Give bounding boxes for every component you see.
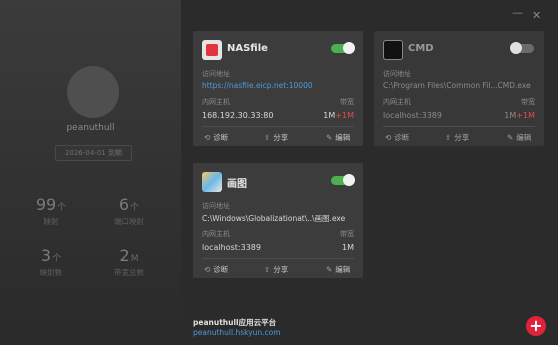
- mapping-card-cmd: CMD 访问地址 C:\Program Files\Common Fil...C…: [374, 31, 544, 146]
- host-value: 168.192.30.33:80: [202, 111, 274, 120]
- share-label: 分享: [273, 133, 289, 142]
- bandwidth-base: 1M: [323, 111, 336, 120]
- card-title: NASfile: [227, 43, 268, 54]
- diagnose-icon: ⟲: [204, 133, 211, 142]
- edit-icon: ✎: [507, 133, 514, 142]
- diagnose-label: 诊断: [213, 265, 229, 274]
- stat-label: 带宽总数: [114, 268, 144, 277]
- host-label: 内网主机: [202, 230, 230, 238]
- access-label: 访问地址: [202, 202, 230, 210]
- bandwidth-value: 1M: [342, 243, 354, 252]
- bandwidth-value: 1M+1M: [504, 111, 535, 120]
- diagnose-icon: ⟲: [385, 133, 392, 142]
- app-window: peanuthull 2026-04-01 到期 99个 映射 6个 端口映射 …: [0, 0, 558, 345]
- bandwidth-label: 带宽: [340, 230, 354, 238]
- access-label: 访问地址: [383, 70, 411, 78]
- edit-icon: ✎: [326, 265, 333, 274]
- stat-unit: 个: [52, 254, 62, 264]
- share-icon: ⇧: [264, 133, 271, 142]
- share-icon: ⇧: [445, 133, 452, 142]
- stat-label: 映射: [43, 217, 59, 226]
- edit-label: 编辑: [335, 133, 351, 142]
- diagnose-button[interactable]: ⟲ 诊断: [204, 132, 228, 143]
- access-link[interactable]: https://nasfile.eicp.net:10000: [202, 81, 358, 90]
- diagnose-button[interactable]: ⟲ 诊断: [204, 264, 228, 275]
- host-value: localhost:3389: [383, 111, 442, 120]
- edit-button[interactable]: ✎ 编辑: [507, 132, 531, 143]
- stat-value: 6: [118, 195, 130, 214]
- sidebar: peanuthull 2026-04-01 到期 99个 映射 6个 端口映射 …: [0, 0, 181, 345]
- mapping-card-paint: 画图 访问地址 C:\Windows\Globalizationat\..\画图…: [193, 163, 363, 278]
- access-path: C:\Program Files\Common Fil...CMD.exe: [383, 81, 531, 90]
- main-panel: — ✕ NASfile 访问地址 https://nasfile.eicp.ne…: [181, 0, 558, 345]
- host-label: 内网主机: [202, 98, 230, 106]
- avatar[interactable]: [67, 66, 119, 118]
- edit-button[interactable]: ✎ 编辑: [326, 132, 350, 143]
- stat-label: 端口映射: [114, 217, 144, 226]
- bandwidth-value: 1M+1M: [323, 111, 354, 120]
- divider: [202, 126, 354, 127]
- cmd-icon: [383, 40, 403, 60]
- paint-icon: [202, 172, 222, 192]
- diagnose-label: 诊断: [213, 133, 229, 142]
- share-button[interactable]: ⇧ 分享: [445, 132, 469, 143]
- platform-link[interactable]: peanuthull.hskyun.com: [193, 328, 281, 337]
- host-value: localhost:3389: [202, 243, 261, 252]
- nasfile-icon: [202, 40, 222, 60]
- share-label: 分享: [273, 265, 289, 274]
- bandwidth-extra: +1M: [335, 111, 354, 120]
- bandwidth-extra: +1M: [516, 111, 535, 120]
- username: peanuthull: [66, 123, 115, 133]
- share-label: 分享: [454, 133, 470, 142]
- edit-label: 编辑: [516, 133, 532, 142]
- share-icon: ⇧: [264, 265, 271, 274]
- enable-toggle[interactable]: [331, 42, 355, 54]
- divider: [383, 126, 535, 127]
- stat-ports: 6个 端口映射: [94, 195, 164, 227]
- stat-count: 3个 映射数: [16, 246, 86, 278]
- share-button[interactable]: ⇧ 分享: [264, 264, 288, 275]
- bandwidth-label: 带宽: [521, 98, 535, 106]
- card-title: CMD: [408, 43, 434, 54]
- stat-unit: 个: [57, 203, 67, 213]
- diagnose-icon: ⟲: [204, 265, 211, 274]
- expire-badge: 2026-04-01 到期: [55, 145, 132, 161]
- share-button[interactable]: ⇧ 分享: [264, 132, 288, 143]
- stat-value: 3: [40, 246, 52, 265]
- stat-unit: 个: [130, 203, 140, 213]
- stat-mappings: 99个 映射: [16, 195, 86, 227]
- enable-toggle[interactable]: [510, 42, 534, 54]
- edit-label: 编辑: [335, 265, 351, 274]
- enable-toggle[interactable]: [331, 174, 355, 186]
- edit-button[interactable]: ✎ 编辑: [326, 264, 350, 275]
- mapping-card-nasfile: NASfile 访问地址 https://nasfile.eicp.net:10…: [193, 31, 363, 146]
- diagnose-label: 诊断: [394, 133, 410, 142]
- card-title: 画图: [227, 179, 247, 190]
- platform-name: peanuthull应用云平台: [193, 318, 277, 327]
- minimize-icon[interactable]: —: [512, 6, 523, 19]
- stat-value: 99: [35, 195, 57, 214]
- divider: [202, 258, 354, 259]
- edit-icon: ✎: [326, 133, 333, 142]
- bandwidth-base: 1M: [342, 243, 354, 252]
- stat-unit: M: [130, 254, 139, 264]
- bandwidth-label: 带宽: [340, 98, 354, 106]
- bandwidth-base: 1M: [504, 111, 517, 120]
- access-path: C:\Windows\Globalizationat\..\画图.exe: [202, 214, 346, 223]
- stat-label: 映射数: [39, 268, 63, 277]
- stat-value: 2: [119, 246, 130, 265]
- add-mapping-button[interactable]: +: [526, 316, 546, 336]
- access-label: 访问地址: [202, 70, 230, 78]
- stat-bandwidth: 2M 带宽总数: [94, 246, 164, 278]
- close-icon[interactable]: ✕: [532, 9, 541, 22]
- host-label: 内网主机: [383, 98, 411, 106]
- diagnose-button[interactable]: ⟲ 诊断: [385, 132, 409, 143]
